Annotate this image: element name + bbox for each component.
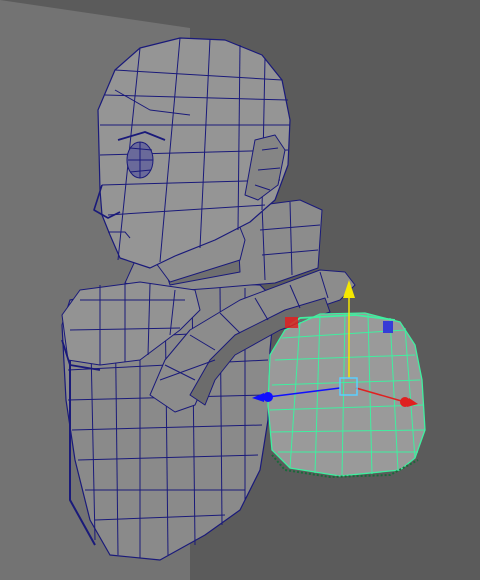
character-mesh[interactable] [61, 37, 356, 561]
yz-plane-handle-icon[interactable] [285, 317, 298, 328]
z-axis-handle-icon[interactable] [263, 392, 273, 402]
xz-plane-handle-icon[interactable] [383, 321, 393, 333]
maya-3d-viewport[interactable] [0, 0, 480, 580]
